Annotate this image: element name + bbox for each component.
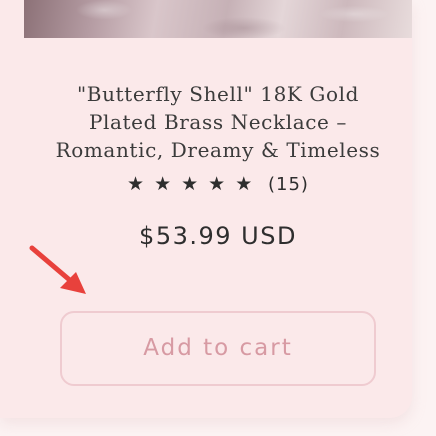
star-icon: ★ xyxy=(208,173,236,195)
product-page: "Butterfly Shell" 18K Gold Plated Brass … xyxy=(0,0,436,436)
rating-count: (15) xyxy=(268,173,309,195)
star-icon: ★ xyxy=(181,173,209,195)
star-icon: ★ xyxy=(154,173,182,195)
red-arrow-icon xyxy=(29,245,86,294)
product-card: "Butterfly Shell" 18K Gold Plated Brass … xyxy=(0,0,412,418)
add-to-cart-button[interactable]: Add to cart xyxy=(60,311,376,386)
rating-stars: ★★★★★ xyxy=(127,173,262,195)
product-rating[interactable]: ★★★★★ (15) xyxy=(0,173,412,195)
star-icon: ★ xyxy=(127,173,155,195)
product-image[interactable] xyxy=(24,0,412,38)
product-title: "Butterfly Shell" 18K Gold Plated Brass … xyxy=(55,82,381,162)
star-icon: ★ xyxy=(235,173,263,195)
